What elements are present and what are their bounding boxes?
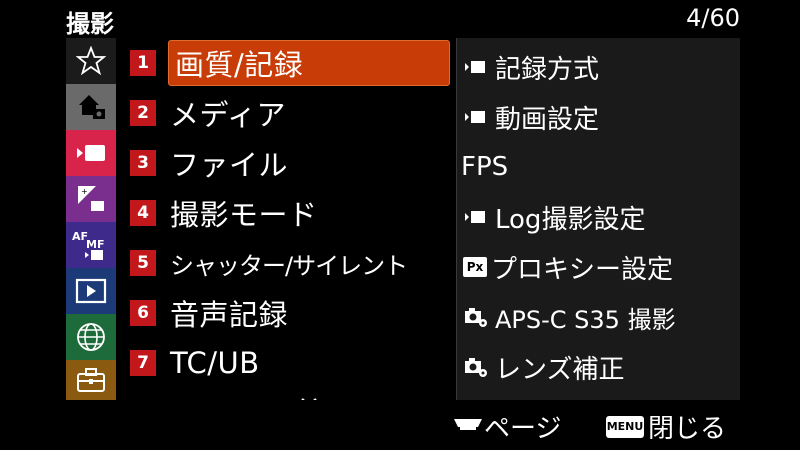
menu-item-label: 画質/記録 <box>175 48 304 82</box>
menu-item-file[interactable]: 3 ファイル <box>130 140 452 186</box>
menu-number-badge: 2 <box>130 100 156 126</box>
sidebar-item-setup[interactable] <box>66 360 116 400</box>
menu-number-badge: 7 <box>130 350 156 376</box>
camera-settings-icon <box>463 355 491 379</box>
toolbox-icon <box>75 366 107 394</box>
sidebar-item-shooting[interactable] <box>66 130 116 176</box>
menu-item-audio-recording[interactable]: 6 音声記録 <box>130 290 452 336</box>
menu-item-image-quality[interactable]: 1 画質/記録 <box>130 40 452 86</box>
page-counter: 4/60 <box>686 4 740 32</box>
menu-item-highlight[interactable]: 画質/記録 <box>168 40 450 86</box>
sidebar-item-main[interactable] <box>66 84 116 130</box>
star-icon <box>76 46 106 76</box>
menu-item-tc-ub[interactable]: 7 TC/UB <box>130 340 452 386</box>
svg-text:+: + <box>81 187 88 196</box>
submenu-item-lens-compensation[interactable]: レンズ補正 <box>463 344 624 390</box>
submenu-item-label: Log撮影設定 <box>495 204 646 235</box>
movie-icon <box>75 141 107 165</box>
px-proxy-icon: Px <box>463 257 487 277</box>
sidebar-item-network[interactable] <box>66 314 116 360</box>
submenu-item-label: 記録方式 <box>495 54 600 85</box>
menu-item-label: シャッター/サイレント <box>170 251 408 280</box>
menu-number-badge: 4 <box>130 200 156 226</box>
menu-item-label: 音声記録 <box>170 298 289 332</box>
menu-number-badge: 6 <box>130 300 156 326</box>
category-sidebar: + AF MF <box>66 38 116 400</box>
submenu-item-proxy-settings[interactable]: Px プロキシー設定 <box>463 244 673 290</box>
menu-item-label: 撮影モード <box>170 198 318 232</box>
camera-settings-icon <box>463 305 491 329</box>
submenu-item-label: レンズ補正 <box>495 354 625 385</box>
close-menu-button[interactable]: MENU 閉じる <box>606 408 726 445</box>
sidebar-item-focus[interactable]: AF MF <box>66 222 116 268</box>
af-mf-icon: AF MF <box>71 228 111 262</box>
submenu-item-label: APS-C S35 撮影 <box>495 305 676 334</box>
page-nav-hint[interactable]: ページ <box>452 408 561 445</box>
page-hint-label: ページ <box>484 414 562 444</box>
dial-icon <box>452 415 484 439</box>
submenu-item-label: プロキシー設定 <box>491 254 674 285</box>
menu-key-icon: MENU <box>606 415 644 438</box>
sidebar-item-exposure[interactable]: + <box>66 176 116 222</box>
menu-item-label: ファイル <box>170 148 289 182</box>
submenu-item-recording-format[interactable]: 記録方式 <box>463 44 599 90</box>
submenu-item-fps[interactable]: FPS <box>461 144 508 190</box>
submenu-item-movie-settings[interactable]: 動画設定 <box>463 94 599 140</box>
close-label: 閉じる <box>648 414 727 444</box>
menu-number-badge: 1 <box>130 50 156 76</box>
svg-text:MF: MF <box>86 238 104 251</box>
sidebar-item-favorites[interactable] <box>66 38 116 84</box>
menu-item-shooting-mode[interactable]: 4 撮影モード <box>130 190 452 236</box>
sidebar-item-playback[interactable] <box>66 268 116 314</box>
bottom-bar: ページ MENU 閉じる <box>0 400 800 450</box>
submenu-item-apsc-s35[interactable]: APS-C S35 撮影 <box>463 294 676 340</box>
exposure-color-icon: + <box>75 183 107 215</box>
menu-number-badge: 5 <box>130 250 156 276</box>
movie-small-icon <box>463 59 491 75</box>
page-title: 撮影 <box>66 10 114 38</box>
menu-item-label: TC/UB <box>170 346 260 380</box>
submenu-item-label: FPS <box>461 152 509 182</box>
main-menu: 1 画質/記録 2 メディア 3 ファイル 4 撮影モード 5 シャッター/サイ… <box>116 38 456 400</box>
playback-icon <box>75 278 107 304</box>
network-icon <box>75 321 107 353</box>
camera-home-icon <box>75 91 107 123</box>
menu-item-media[interactable]: 2 メディア <box>130 90 452 136</box>
menu-item-shutter-silent[interactable]: 5 シャッター/サイレント <box>130 240 452 286</box>
submenu-preview: 記録方式 動画設定 FPS Log撮影設定 Px プロキシー設定 APS-C S… <box>456 38 740 400</box>
menu-number-badge: 3 <box>130 150 156 176</box>
menu-item-label: メディア <box>170 98 286 132</box>
submenu-item-log-settings[interactable]: Log撮影設定 <box>463 194 645 240</box>
submenu-item-label: 動画設定 <box>495 104 600 135</box>
top-bar: 撮影 4/60 <box>0 0 800 38</box>
movie-small-icon <box>463 209 491 225</box>
movie-small-icon <box>463 109 491 125</box>
